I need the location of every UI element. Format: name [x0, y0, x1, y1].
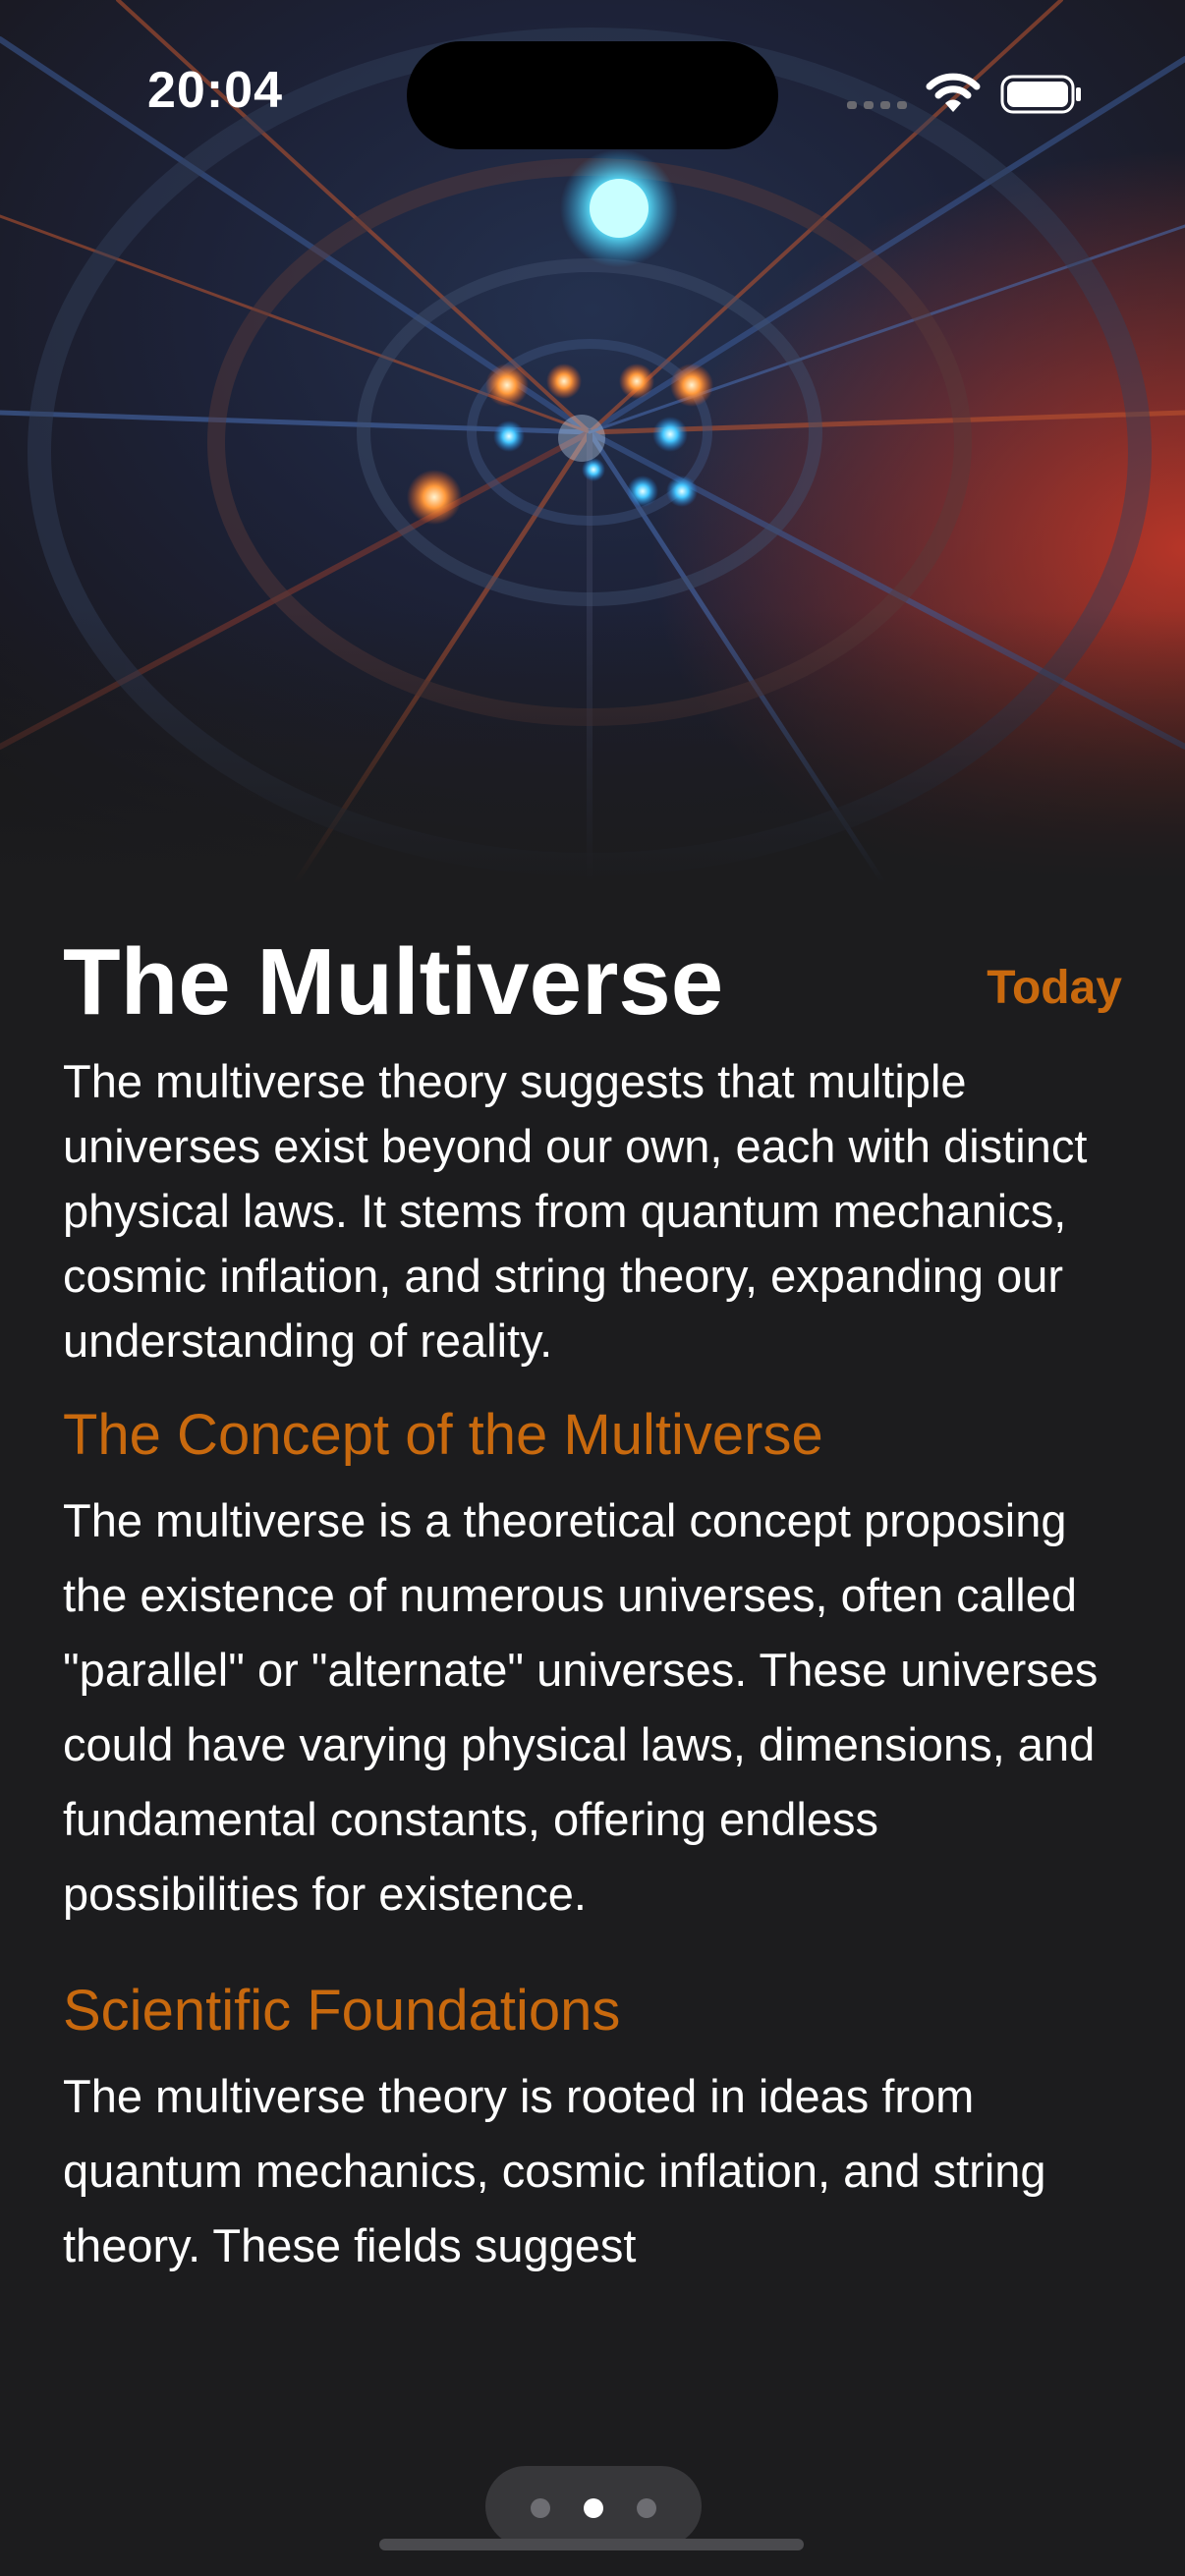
page-dot-active[interactable] [584, 2498, 603, 2518]
wifi-icon [926, 73, 981, 112]
status-time: 20:04 [147, 62, 283, 119]
intro-paragraph: The multiverse theory suggests that mult… [63, 1055, 1088, 1367]
status-bar: 20:04 [0, 0, 1185, 149]
page-title: The Multiverse [63, 929, 724, 1035]
page-dot[interactable] [531, 2498, 550, 2518]
date-label: Today [987, 962, 1122, 1014]
section-body: The multiverse theory is rooted in ideas… [63, 2070, 1046, 2271]
page-dot[interactable] [637, 2498, 656, 2518]
section-heading: Scientific Foundations [63, 1979, 621, 2043]
battery-icon [1000, 75, 1081, 114]
title-row: The Multiverse Today [63, 924, 1122, 1041]
section-body: The multiverse is a theoretical concept … [63, 1494, 1099, 1920]
page-indicator[interactable] [485, 2466, 702, 2547]
section-heading: The Concept of the Multiverse [63, 1403, 823, 1467]
signal-icon [847, 101, 907, 109]
article-content: The Multiverse Today The multiverse theo… [63, 924, 1122, 2466]
dynamic-island [407, 41, 778, 149]
home-indicator[interactable] [379, 2539, 804, 2550]
